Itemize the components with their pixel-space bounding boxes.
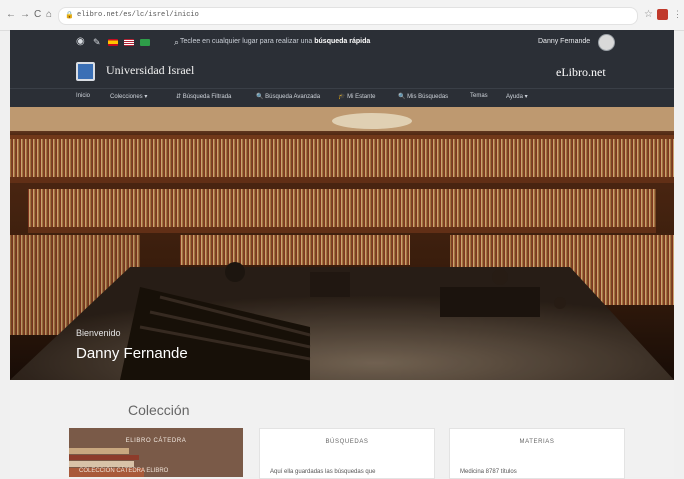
university-logo[interactable] [76,62,95,81]
section-title: Colección [128,402,190,418]
forward-icon[interactable]: → [20,10,30,20]
star-icon[interactable]: ☆ [644,9,653,20]
institution-name[interactable]: Universidad Israel [106,63,194,78]
quick-search-hint[interactable]: Teclee en cualquier lugar para realizar … [180,38,370,45]
card-busquedas[interactable]: BÚSQUEDAS Aquí ella guardadas las búsque… [259,428,435,479]
nav-inicio[interactable]: Inicio [76,93,90,99]
flag-br-icon[interactable] [140,39,150,46]
browser-toolbar: ← → C ⌂ 🔒 elibro.net/es/lc/isrel/inicio … [0,0,684,31]
home-icon[interactable]: ⌂ [46,10,52,20]
main-nav: Inicio Colecciones ▾ ⇵ Búsqueda Filtrada… [10,88,674,107]
card-title: BÚSQUEDAS [325,439,369,445]
nav-busqueda-avanzada[interactable]: 🔍 Búsqueda Avanzada [256,93,320,100]
card-title: ELIBRO CÁTEDRA [125,438,187,444]
card-elibro-catedra[interactable]: ELIBRO CÁTEDRA COLECCIÓN CÁTEDRA ELIBRO [69,428,243,477]
flag-us-icon[interactable] [124,39,134,46]
card-title: MATERIAS [519,439,555,445]
library-photo [10,107,674,380]
pencil-icon[interactable]: ✎ [93,37,101,47]
extension-icon[interactable] [657,9,668,20]
nav-busqueda-filtrada[interactable]: ⇵ Búsqueda Filtrada [176,93,231,100]
flag-es-icon[interactable] [108,39,118,46]
card-materias[interactable]: MATERIAS Medicina 8787 títulos [449,428,625,479]
card-text: Medicina 8787 títulos [460,469,517,475]
nav-mi-estante[interactable]: 🎓 Mi Estante [338,93,375,100]
product-logo[interactable]: eLibro.net [556,65,606,80]
reload-icon[interactable]: C [34,10,41,20]
hero-user-name: Danny Fernande [76,345,188,362]
address-bar[interactable]: 🔒 elibro.net/es/lc/isrel/inicio [58,7,638,25]
card-text: Aquí ella guardadas las búsquedas que [270,469,376,475]
globe-icon[interactable]: ◉ [76,37,85,47]
menu-icon[interactable]: ⋮ [673,9,682,20]
address-bar-url: elibro.net/es/lc/isrel/inicio [77,11,199,19]
collection-section: Colección ELIBRO CÁTEDRA COLECCIÓN CÁTED… [10,380,674,479]
brand-bar: Universidad Israel eLibro.net [10,54,674,88]
language-bar: ◉ ✎ ⌕ Teclee en cualquier lugar para rea… [10,30,674,54]
user-name[interactable]: Danny Fernande [538,38,590,45]
search-icon: ⌕ [174,37,180,47]
nav-colecciones[interactable]: Colecciones ▾ [110,93,147,100]
nav-mis-busquedas[interactable]: 🔍 Mis Búsquedas [398,93,448,100]
card-text: COLECCIÓN CÁTEDRA ELIBRO [79,468,169,474]
lock-icon: 🔒 [65,12,74,19]
nav-temas[interactable]: Temas [470,93,488,99]
back-icon[interactable]: ← [6,10,16,20]
avatar[interactable] [598,34,615,51]
hero-banner: Bienvenido Danny Fernande [10,107,674,380]
hero-welcome: Bienvenido [76,328,121,338]
nav-ayuda[interactable]: Ayuda ▾ [506,93,528,100]
